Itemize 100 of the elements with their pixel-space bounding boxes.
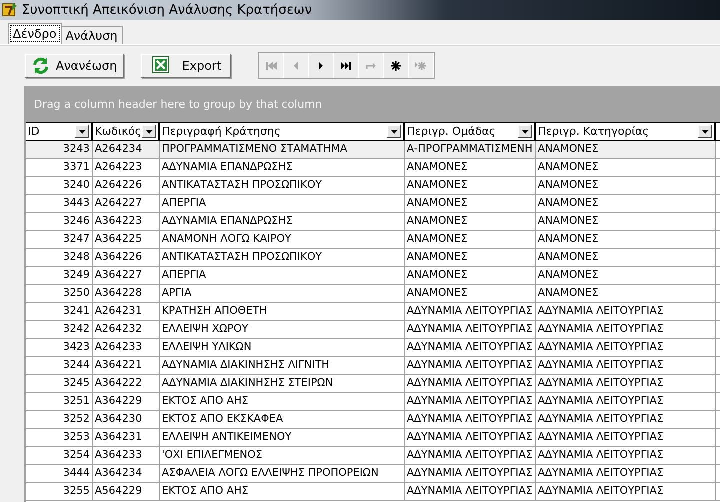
table-cell: 3245 [26,375,93,392]
table-cell: 3248 [26,249,93,266]
table-cell: ΑΝΑΜΟΝΕΣ [405,177,536,194]
table-cell: A264233 [93,339,160,356]
table-cell: ΕΚΤΟΣ ΑΠΟ ΑΗΣ [160,393,405,410]
insert-record-button[interactable] [384,53,409,78]
table-cell: ΑΔΥΝΑΜΙΑ ΔΙΑΚΙΝΗΣΗΣ ΛΙΓΝΙΤΗ [160,357,405,374]
column-header-label: Περιγρ. Ομάδας [407,125,496,138]
column-header-label: Κωδικός [95,125,142,138]
table-cell: ΑΝΑΜΟΝΕΣ [405,159,536,176]
column-filter-button[interactable] [387,125,401,138]
window-title: Συνοπτική Απεικόνιση Ανάλυσης Κρατήσεων [22,2,312,18]
table-row[interactable]: 3241 A264231 ΚΡΑΤΗΣΗ ΑΠΟΘΕΤΗ ΑΔΥΝΑΜΙΑ ΛΕΙΤΟΥΡΓΙΑΣ ΑΔΥΝΑΜΙΑ ΛΕΙΤΟΥΡΓΙΑΣ [26,303,720,321]
refresh-button[interactable]: Ανανέωση [25,54,124,78]
table-cell: ΑΝΑΜΟΝΕΣ [536,141,716,158]
table-cell: ΑΔΥΝΑΜΙΑ ΛΕΙΤΟΥΡΓΙΑΣ [536,375,716,392]
table-cell: ΑΝΑΜΟΝΕΣ [536,159,716,176]
table-cell: Α-ΠΡΟΓΡΑΜΜΑΤΙΣΜΕΝΗ [405,141,536,158]
table-cell: ΑΔΥΝΑΜΙΑ ΛΕΙΤΟΥΡΓΙΑΣ [536,429,716,446]
asterisk-icon [390,60,402,72]
table-cell: ΑΝΤΙΚΑΤΑΣΤΑΣΗ ΠΡΟΣΩΠΙΚΟΥ [160,177,405,194]
table-cell: ΑΠΕΡΓΙΑ [160,267,405,284]
column-header-label: Περιγρ. Κατηγορίας [538,125,650,138]
table-cell: ΚΡΑΤΗΣΗ ΑΠΟΘΕΤΗ [160,303,405,320]
table-row[interactable]: 3248 A364226 ΑΝΤΙΚΑΤΑΣΤΑΣΗ ΠΡΟΣΩΠΙΚΟΥ ΑΝΑΜΟΝΕΣ ΑΝΑΜΟΝΕΣ [26,249,720,267]
table-cell: ΑΝΑΜΟΝΕΣ [405,231,536,248]
table-row[interactable]: 3250 A364228 ΑΡΓΙΑ ΑΝΑΜΟΝΕΣ ΑΝΑΜΟΝΕΣ [26,285,720,303]
skip-last-icon [340,60,352,72]
table-row[interactable]: 3251 A364229 ΕΚΤΟΣ ΑΠΟ ΑΗΣ ΑΔΥΝΑΜΙΑ ΛΕΙΤΟΥΡΓΙΑΣ ΑΔΥΝΑΜΙΑ ΛΕΙΤΟΥΡΓΙΑΣ [26,393,720,411]
table-cell: 3244 [26,357,93,374]
table-cell: 3242 [26,321,93,338]
table-cell: ΑΝΑΜΟΝΕΣ [405,195,536,212]
column-filter-button[interactable] [518,125,532,138]
table-cell: 3255 [26,483,93,500]
table-row[interactable]: 3243 A264234 ΠΡΟΓΡΑΜΜΑΤΙΣΜΕΝΟ ΣΤΑΜΑΤΗΜΑ Α-ΠΡΟΓΡΑΜΜΑΤΙΣΜΕΝΗ ΑΝΑΜΟΝΕΣ [26,141,720,159]
table-cell: ΑΔΥΝΑΜΙΑ ΛΕΙΤΟΥΡΓΙΑΣ [536,357,716,374]
table-cell: ΑΔΥΝΑΜΙΑ ΛΕΙΤΟΥΡΓΙΑΣ [405,321,536,338]
export-button[interactable]: Export [141,54,231,78]
table-row[interactable]: 3423 A264233 ΕΛΛΕΙΨΗ ΥΛΙΚΩΝ ΑΔΥΝΑΜΙΑ ΛΕΙΤΟΥΡΓΙΑΣ ΑΔΥΝΑΜΙΑ ΛΕΙΤΟΥΡΓΙΑΣ [26,339,720,357]
table-cell: ΑΝΑΜΟΝΕΣ [536,195,716,212]
column-filter-button[interactable] [142,125,156,138]
table-cell: ΑΔΥΝΑΜΙΑ ΛΕΙΤΟΥΡΓΙΑΣ [536,411,716,428]
table-cell: 3253 [26,429,93,446]
table-cell: ΑΝΑΜΟΝΕΣ [405,213,536,230]
table-cell: ΑΔΥΝΑΜΙΑ ΛΕΙΤΟΥΡΓΙΑΣ [536,465,716,482]
table-row[interactable]: 3246 A364223 ΑΔΥΝΑΜΙΑ ΕΠΑΝΔΡΩΣΗΣ ΑΝΑΜΟΝΕΣ ΑΝΑΜΟΝΕΣ [26,213,720,231]
table-row[interactable]: 3443 A264227 ΑΠΕΡΓΙΑ ΑΝΑΜΟΝΕΣ ΑΝΑΜΟΝΕΣ [26,195,720,213]
table-cell: ΕΛΛΕΙΨΗ ΑΝΤΙΚΕΙΜΕΝΟΥ [160,429,405,446]
table-cell: ΑΔΥΝΑΜΙΑ ΕΠΑΝΔΡΩΣΗΣ [160,159,405,176]
table-cell: ΑΠΕΡΓΙΑ [160,195,405,212]
group-by-hint: Drag a column header here to group by that column [34,98,322,110]
dropdown-caret-icon [702,130,708,134]
table-row[interactable]: 3253 A364231 ΕΛΛΕΙΨΗ ΑΝΤΙΚΕΙΜΕΝΟΥ ΑΔΥΝΑΜΙΑ ΛΕΙΤΟΥΡΓΙΑΣ ΑΔΥΝΑΜΙΑ ΛΕΙΤΟΥΡΓΙΑΣ [26,429,720,447]
tab[interactable]: Δένδρο [8,23,62,44]
table-row[interactable]: 3255 A564229 ΕΚΤΟΣ ΑΠΟ ΑΗΣ ΑΔΥΝΑΜΙΑ ΛΕΙΤΟΥΡΓΙΑΣ ΑΔΥΝΑΜΙΑ ΛΕΙΤΟΥΡΓΙΑΣ [26,483,720,501]
dropdown-caret-icon [146,130,152,134]
table-cell: A264226 [93,177,160,194]
table-cell: ΑΡΓΙΑ [160,285,405,302]
table-row[interactable]: 3249 A364227 ΑΠΕΡΓΙΑ ΑΝΑΜΟΝΕΣ ΑΝΑΜΟΝΕΣ [26,267,720,285]
table-cell: ΑΔΥΝΑΜΙΑ ΛΕΙΤΟΥΡΓΙΑΣ [405,375,536,392]
table-row[interactable]: 3254 A364233 'ΟΧΙ ΕΠΙΛΕΓΜΕΝΟΣ ΑΔΥΝΑΜΙΑ ΛΕΙΤΟΥΡΓΙΑΣ ΑΔΥΝΑΜΙΑ ΛΕΙΤΟΥΡΓΙΑΣ [26,447,720,465]
table-cell: 3443 [26,195,93,212]
table-cell: A364229 [93,393,160,410]
table-cell: 3246 [26,213,93,230]
table-cell: 3252 [26,411,93,428]
table-cell: 3251 [26,393,93,410]
table-cell: ΑΔΥΝΑΜΙΑ ΛΕΙΤΟΥΡΓΙΑΣ [405,465,536,482]
table-row[interactable]: 3244 A364221 ΑΔΥΝΑΜΙΑ ΔΙΑΚΙΝΗΣΗΣ ΛΙΓΝΙΤΗ ΑΔΥΝΑΜΙΑ ΛΕΙΤΟΥΡΓΙΑΣ ΑΔΥΝΑΜΙΑ ΛΕΙΤΟΥΡΓΙΑΣ [26,357,720,375]
column-filter-button[interactable] [698,125,712,138]
table-row[interactable]: 3245 A364222 ΑΔΥΝΑΜΙΑ ΔΙΑΚΙΝΗΣΗΣ ΣΤΕΙΡΩΝ ΑΔΥΝΑΜΙΑ ΛΕΙΤΟΥΡΓΙΑΣ ΑΔΥΝΑΜΙΑ ΛΕΙΤΟΥΡΓΙΑΣ [26,375,720,393]
table-cell: A264227 [93,195,160,212]
table-row[interactable]: 3247 A364225 ΑΝΑΜΟΝΗ ΛΟΓΩ ΚΑΙΡΟΥ ΑΝΑΜΟΝΕΣ ΑΝΑΜΟΝΕΣ [26,231,720,249]
table-cell: ΕΚΤΟΣ ΑΠΟ ΕΚΣΚΑΦΕΑ [160,411,405,428]
dropdown-caret-icon [78,130,86,134]
table-cell: ΑΔΥΝΑΜΙΑ ΕΠΑΝΔΡΩΣΗΣ [160,213,405,230]
table-cell: A264223 [93,159,160,176]
table-cell: ΑΝΑΜΟΝΕΣ [536,213,716,230]
table-row[interactable]: 3444 A364234 ΑΣΦΑΛΕΙΑ ΛΟΓΩ ΕΛΛΕΙΨΗΣ ΠΡΟΠΟΡΕΙΩΝ ΑΔΥΝΑΜΙΑ ΛΕΙΤΟΥΡΓΙΑΣ ΑΔΥΝΑΜΙΑ ΛΕΙΤΟΥΡΓΙΑΣ [26,465,720,483]
column-header-label: Περιγραφή Κράτησης [162,125,281,138]
table-cell: A364226 [93,249,160,266]
table-cell: ΑΝΤΙΚΑΤΑΣΤΑΣΗ ΠΡΟΣΩΠΙΚΟΥ [160,249,405,266]
table-cell: ΑΔΥΝΑΜΙΑ ΔΙΑΚΙΝΗΣΗΣ ΣΤΕΙΡΩΝ [160,375,405,392]
table-cell: ΑΔΥΝΑΜΙΑ ΛΕΙΤΟΥΡΓΙΑΣ [405,339,536,356]
table-cell: ΠΡΟΓΡΑΜΜΑΤΙΣΜΕΝΟ ΣΤΑΜΑΤΗΜΑ [160,141,405,158]
next-record-button[interactable] [308,53,334,78]
column-filter-button[interactable] [75,125,89,138]
last-record-button[interactable] [334,53,359,78]
table-cell: ΑΔΥΝΑΜΙΑ ΛΕΙΤΟΥΡΓΙΑΣ [536,321,716,338]
table-row[interactable]: 3252 A364230 ΕΚΤΟΣ ΑΠΟ ΕΚΣΚΑΦΕΑ ΑΔΥΝΑΜΙΑ ΛΕΙΤΟΥΡΓΙΑΣ ΑΔΥΝΑΜΙΑ ΛΕΙΤΟΥΡΓΙΑΣ [26,411,720,429]
table-row[interactable]: 3240 A264226 ΑΝΤΙΚΑΤΑΣΤΑΣΗ ΠΡΟΣΩΠΙΚΟΥ ΑΝΑΜΟΝΕΣ ΑΝΑΜΟΝΕΣ [26,177,720,195]
table-cell: ΑΔΥΝΑΜΙΑ ΛΕΙΤΟΥΡΓΙΑΣ [536,447,716,464]
table-row[interactable]: 3242 A264232 ΕΛΛΕΙΨΗ ΧΩΡΟΥ ΑΔΥΝΑΜΙΑ ΛΕΙΤΟΥΡΓΙΑΣ ΑΔΥΝΑΜΙΑ ΛΕΙΤΟΥΡΓΙΑΣ [26,321,720,339]
tab[interactable]: Ανάλυση [60,26,123,44]
dropdown-caret-icon [522,130,528,134]
app-logo-icon [2,2,18,18]
table-row[interactable]: 3371 A264223 ΑΔΥΝΑΜΙΑ ΕΠΑΝΔΡΩΣΗΣ ΑΝΑΜΟΝΕΣ ΑΝΑΜΟΝΕΣ [26,159,720,177]
table-cell: A364221 [93,357,160,374]
table-cell: ΑΔΥΝΑΜΙΑ ΛΕΙΤΟΥΡΓΙΑΣ [405,429,536,446]
table-cell: 3241 [26,303,93,320]
table-cell: A364231 [93,429,160,446]
